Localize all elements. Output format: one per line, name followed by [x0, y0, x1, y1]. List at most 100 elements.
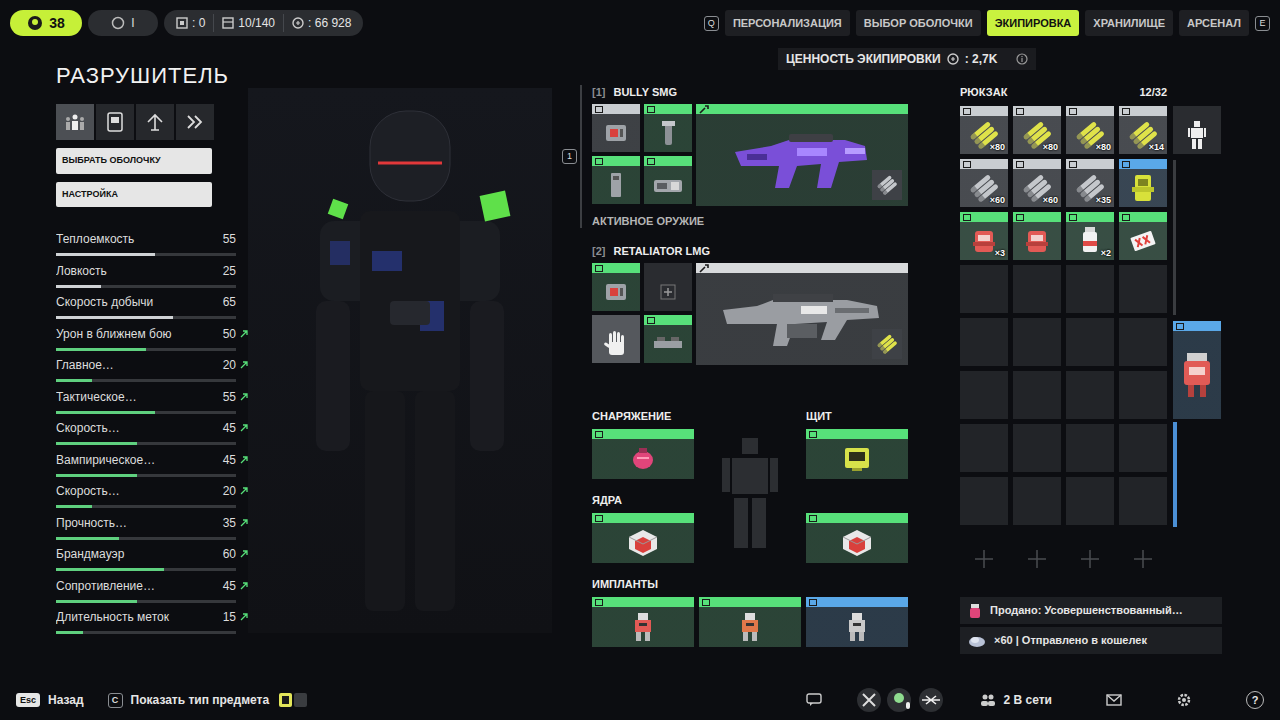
- empty-slot[interactable]: [1066, 371, 1114, 419]
- coin-icon: [947, 53, 959, 65]
- nav-tab[interactable]: АРСЕНАЛ: [1179, 10, 1249, 36]
- ruins-slot[interactable]: [1173, 106, 1221, 154]
- rank-value: I: [131, 14, 134, 32]
- core-slot[interactable]: [806, 513, 908, 563]
- backpack-slot[interactable]: [1173, 321, 1221, 419]
- shell-button[interactable]: НАСТРОЙКА: [56, 182, 212, 208]
- backpack-item[interactable]: ×14: [1119, 106, 1167, 154]
- backpack-item[interactable]: ×35: [1066, 159, 1114, 207]
- bottom-action[interactable]: CПоказать тип предмета: [108, 691, 270, 709]
- empty-slot[interactable]: [960, 477, 1008, 525]
- empty-slot[interactable]: [960, 318, 1008, 366]
- stat-label: Урон в ближнем бою: [56, 326, 223, 342]
- mode-tab[interactable]: [136, 104, 174, 140]
- up-icon: [145, 112, 165, 132]
- implant-slot[interactable]: [699, 597, 801, 647]
- mod-slot[interactable]: [592, 104, 640, 152]
- mod-slot[interactable]: [644, 104, 692, 152]
- shell-panel: РАЗРУШИТЕЛЬВЫБРАТЬ ОБОЛОЧКУНАСТРОЙКАТепл…: [0, 46, 248, 680]
- weapon-header: [1]BULLY SMG: [592, 85, 908, 99]
- nav-tab[interactable]: ХРАНИЛИЩЕ: [1085, 10, 1173, 36]
- gear-section: СНАРЯЖЕНИЕЩИТЯДРАИМПЛАНТЫ: [560, 409, 908, 647]
- empty-slot[interactable]: [1119, 371, 1167, 419]
- empty-slot[interactable]: [1066, 265, 1114, 313]
- weapon-block: 1[1]BULLY SMGАКТИВНОЕ ОРУЖИЕ: [560, 85, 908, 228]
- backpack-item[interactable]: ×60: [960, 159, 1008, 207]
- backpack-item[interactable]: [1013, 212, 1061, 260]
- plus-icon[interactable]: [1013, 547, 1061, 571]
- backpack-item[interactable]: ×60: [1013, 159, 1061, 207]
- weapon-card[interactable]: [696, 104, 908, 206]
- active-label: АКТИВНОЕ ОРУЖИЕ: [592, 214, 908, 228]
- rarity-strip: [1119, 106, 1167, 116]
- backpack-item[interactable]: ×80: [960, 106, 1008, 154]
- nav-tab[interactable]: ЭКИПИРОВКА: [987, 10, 1080, 36]
- value-label: ЦЕННОСТЬ ЭКИПИРОВКИ: [786, 50, 941, 68]
- backpack-item[interactable]: ×3: [960, 212, 1008, 260]
- toggle-icon[interactable]: [279, 693, 307, 707]
- empty-slot[interactable]: [1119, 424, 1167, 472]
- core-icon: [806, 523, 908, 563]
- backpack-item[interactable]: ×80: [1013, 106, 1061, 154]
- backpack-item[interactable]: [1119, 212, 1167, 260]
- stat-label: Тактическое…: [56, 389, 223, 405]
- empty-slot[interactable]: [1013, 265, 1061, 313]
- mail-icon[interactable]: [1106, 694, 1122, 706]
- empty-slot[interactable]: [960, 371, 1008, 419]
- backpack-item[interactable]: ×2: [1066, 212, 1114, 260]
- mod-slot[interactable]: [592, 315, 640, 363]
- empty-slot[interactable]: [1119, 265, 1167, 313]
- bottom-action[interactable]: EscНазад: [16, 691, 84, 709]
- equipment-slot[interactable]: [592, 429, 694, 479]
- plus-icon[interactable]: [1119, 547, 1167, 571]
- nav-tab[interactable]: ВЫБОР ОБОЛОЧКИ: [856, 10, 981, 36]
- core-slot[interactable]: [592, 513, 694, 563]
- weapon-card[interactable]: [696, 263, 908, 365]
- chat-icon[interactable]: [806, 693, 822, 707]
- empty-slot[interactable]: [1013, 477, 1061, 525]
- stat-line: Урон в ближнем бою50: [56, 326, 248, 342]
- online-count[interactable]: 2 В сети: [980, 691, 1052, 709]
- gear-icon[interactable]: [1176, 692, 1192, 708]
- shield-slot[interactable]: [806, 429, 908, 479]
- backpack-body: ×80×80×80×14×60×60×35×3×2: [960, 106, 1230, 527]
- plus-icon[interactable]: [1066, 547, 1114, 571]
- backpack-item[interactable]: [1119, 159, 1167, 207]
- empty-slot[interactable]: [960, 265, 1008, 313]
- stat-fill: [56, 505, 92, 508]
- item-count: ×80: [990, 142, 1005, 153]
- mode-tab[interactable]: [56, 104, 94, 140]
- mode-tab[interactable]: [176, 104, 214, 140]
- help-button[interactable]: ?: [1246, 691, 1264, 709]
- rank-chip[interactable]: I: [88, 10, 158, 36]
- empty-slot[interactable]: [1066, 318, 1114, 366]
- backpack-item[interactable]: ×80: [1066, 106, 1114, 154]
- item-count: ×80: [1043, 142, 1058, 153]
- empty-slot[interactable]: [1066, 424, 1114, 472]
- body-silhouette-icon: [694, 423, 806, 563]
- mod-slot[interactable]: [644, 315, 692, 363]
- empty-slot[interactable]: [1013, 424, 1061, 472]
- implant-slot[interactable]: [806, 597, 908, 647]
- notifications: Продано: Усовершенствованный…×60 | Отпра…: [960, 597, 1230, 654]
- notification-text: ×60 | Отправлено в кошелек: [994, 632, 1147, 649]
- stat-track: [56, 442, 236, 445]
- empty-slot[interactable]: [1119, 318, 1167, 366]
- shell-button[interactable]: ВЫБРАТЬ ОБОЛОЧКУ: [56, 148, 212, 174]
- mode-tab[interactable]: [96, 104, 134, 140]
- nav-tab[interactable]: ПЕРСОНАЛИЗАЦИЯ: [725, 10, 850, 36]
- empty-slot[interactable]: [1013, 371, 1061, 419]
- mod-slot[interactable]: [592, 263, 640, 311]
- empty-slot[interactable]: [1119, 477, 1167, 525]
- rarity-strip: [644, 315, 692, 325]
- mod-slot[interactable]: [644, 263, 692, 311]
- mod-slot[interactable]: [644, 156, 692, 204]
- empty-slot[interactable]: [960, 424, 1008, 472]
- empty-slot[interactable]: [1066, 477, 1114, 525]
- empty-slot[interactable]: [1013, 318, 1061, 366]
- implant-slot[interactable]: [592, 597, 694, 647]
- mod-slot[interactable]: [592, 156, 640, 204]
- party-avatars-icon[interactable]: [856, 687, 946, 713]
- plus-icon[interactable]: [960, 547, 1008, 571]
- stat-value: 15: [223, 609, 236, 625]
